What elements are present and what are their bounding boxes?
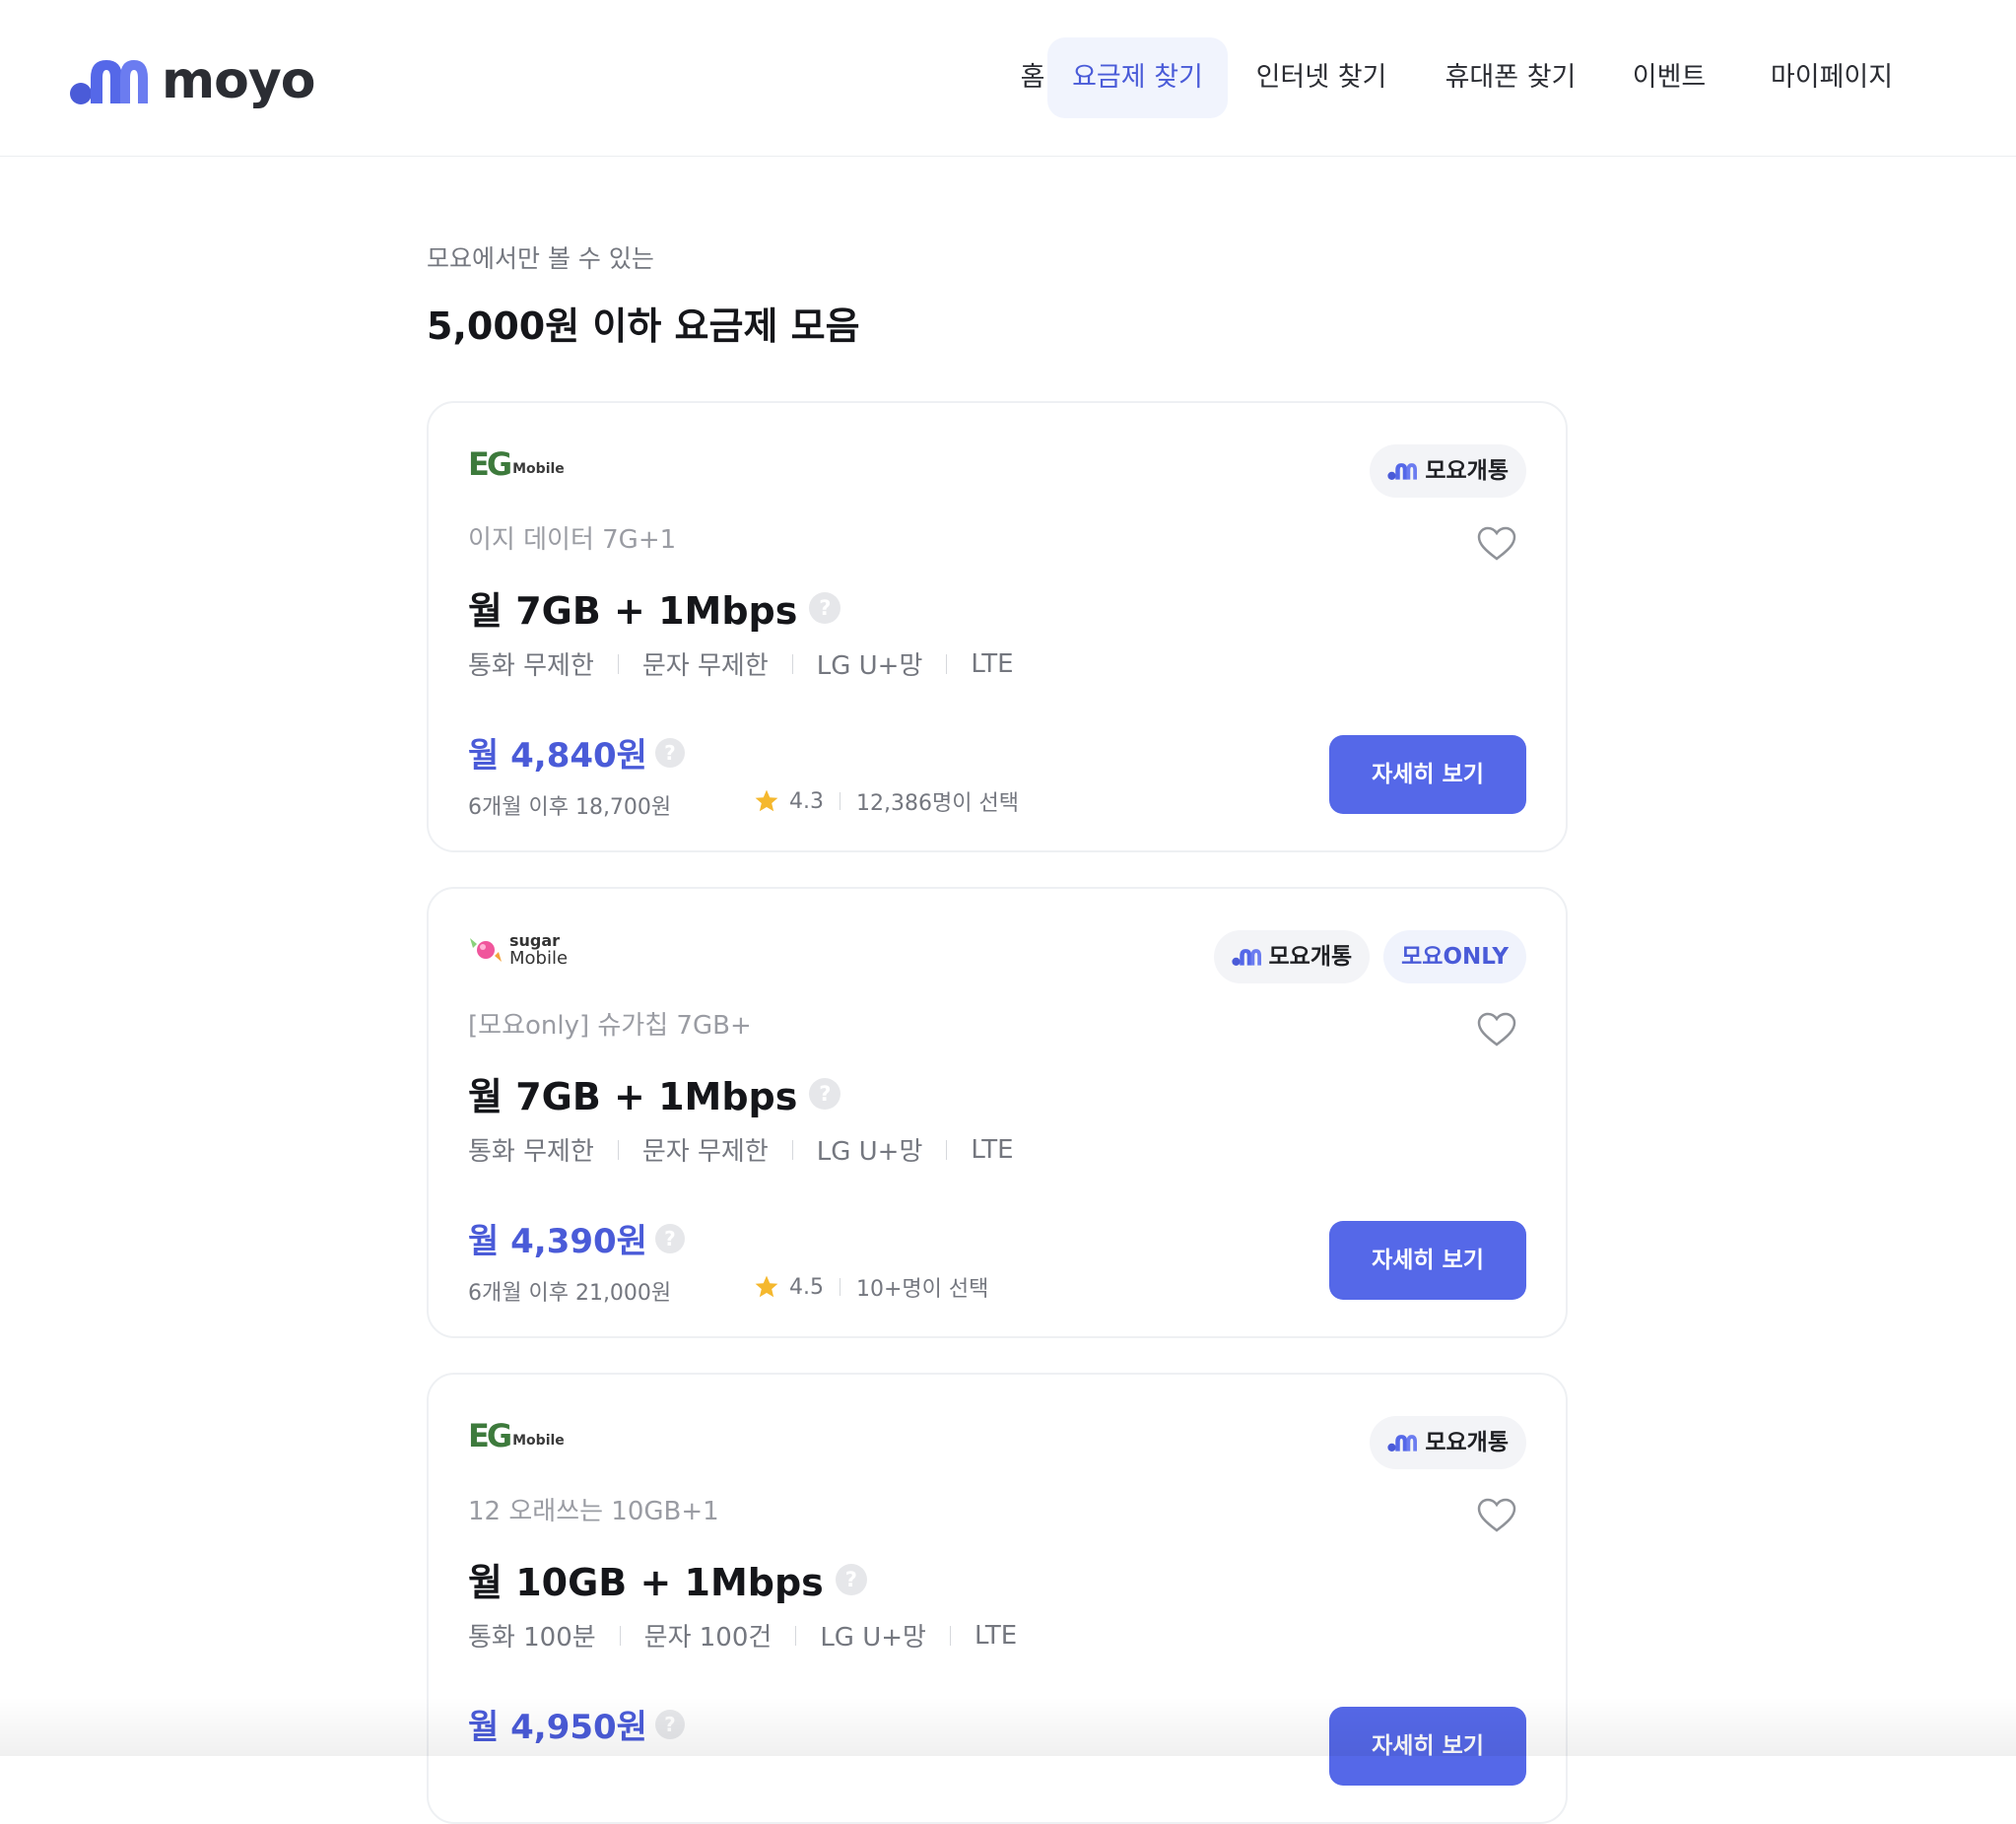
plan-features: 통화 무제한 문자 무제한 LG U+망 LTE xyxy=(468,1131,1014,1168)
feature-network: LG U+망 xyxy=(820,1623,926,1653)
badge-group: 모요개통 xyxy=(1370,444,1526,498)
price-label: 월 4,840원 xyxy=(468,736,647,776)
badge-label: 모요개통 xyxy=(1268,944,1353,970)
moyo-logo-icon xyxy=(1231,949,1261,966)
feature-call: 통화 무제한 xyxy=(468,1137,594,1167)
help-icon[interactable]: ? xyxy=(835,1563,867,1595)
price-label: 월 4,950원 xyxy=(468,1708,647,1747)
help-icon[interactable]: ? xyxy=(654,1709,685,1739)
star-icon xyxy=(755,789,778,812)
divider xyxy=(791,1139,793,1160)
plan-main-label: 월 7GB + 1Mbps xyxy=(468,1075,798,1118)
moyo-logo[interactable]: moyo xyxy=(69,51,316,110)
selected-count: 12,386명이 선택 xyxy=(856,791,1019,816)
plan-main-label: 월 10GB + 1Mbps xyxy=(468,1561,824,1604)
divider xyxy=(617,653,619,674)
after-price: 6개월 이후 21,000원 xyxy=(468,1281,672,1306)
badge-moyo-open: 모요개통 xyxy=(1213,930,1371,983)
plan-main-label: 월 7GB + 1Mbps xyxy=(468,589,798,633)
divider xyxy=(946,653,948,674)
plan-name: 이지 데이터 7G+1 xyxy=(468,525,677,555)
help-icon[interactable]: ? xyxy=(654,1223,685,1253)
feature-call: 통화 100분 xyxy=(468,1623,596,1653)
feature-network: LG U+망 xyxy=(816,651,923,681)
feature-network: LG U+망 xyxy=(816,1137,923,1167)
carrier-mark: EG xyxy=(468,1417,512,1454)
feature-sms: 문자 100건 xyxy=(643,1623,773,1653)
plan-features: 통화 무제한 문자 무제한 LG U+망 LTE xyxy=(468,645,1014,682)
plan-price: 월 4,950원 ? xyxy=(468,1700,685,1748)
carrier-logo-eg: EG Mobile xyxy=(468,1416,565,1455)
badge-group: 모요개통 xyxy=(1370,1416,1526,1469)
rating-value: 4.3 xyxy=(789,788,824,814)
nav-mypage[interactable]: 마이페이지 xyxy=(1748,37,1915,118)
divider xyxy=(795,1625,797,1646)
plan-card[interactable]: EG Mobile 모요개통 이지 데이터 7G+1 월 7GB + 1Mbps… xyxy=(427,401,1568,852)
carrier-wordmark: sugar Mobile xyxy=(509,932,568,968)
plan-data-amount: 월 7GB + 1Mbps ? xyxy=(468,580,841,635)
feature-type: LTE xyxy=(974,1620,1018,1651)
help-icon[interactable]: ? xyxy=(809,591,841,624)
divider xyxy=(619,1625,621,1646)
divider xyxy=(949,1625,951,1646)
carrier-sub: Mobile xyxy=(509,948,569,969)
moyo-logo-icon xyxy=(1387,463,1418,480)
nav-find-phone[interactable]: 휴대폰 찾기 xyxy=(1427,37,1594,118)
nav-event[interactable]: 이벤트 xyxy=(1610,37,1728,118)
view-detail-button[interactable]: 자세히 보기 xyxy=(1329,735,1526,814)
page-title: 5,000원 이하 요금제 모음 xyxy=(427,304,860,348)
plan-card[interactable]: sugar Mobile 모요개통 모요ONLY [모요only] 슈가칩 7G… xyxy=(427,887,1568,1338)
plan-price: 월 4,840원 ? xyxy=(468,728,685,777)
feature-type: LTE xyxy=(971,1134,1014,1165)
star-icon xyxy=(755,1275,778,1298)
badge-label: 모요개통 xyxy=(1425,458,1509,484)
plan-data-amount: 월 7GB + 1Mbps ? xyxy=(468,1066,841,1120)
brand-name: moyo xyxy=(162,51,316,110)
badge-moyo-only: 모요ONLY xyxy=(1383,930,1526,983)
badge-group: 모요개통 모요ONLY xyxy=(1213,930,1526,983)
price-label: 월 4,390원 xyxy=(468,1222,647,1261)
sugar-logo: sugar Mobile xyxy=(468,932,568,968)
plan-rating: 4.3 12,386명이 선택 xyxy=(754,785,1019,817)
divider xyxy=(791,653,793,674)
plan-features: 통화 100분 문자 100건 LG U+망 LTE xyxy=(468,1617,1017,1654)
plan-price: 월 4,390원 ? xyxy=(468,1214,685,1262)
top-header: moyo 홈 요금제 찾기 인터넷 찾기 휴대폰 찾기 이벤트 마이페이지 xyxy=(0,0,2016,157)
badge-label: 모요개통 xyxy=(1425,1430,1509,1455)
heart-icon[interactable] xyxy=(1477,1498,1516,1533)
moyo-logo-icon xyxy=(1387,1435,1418,1452)
after-price: 6개월 이후 18,700원 xyxy=(468,795,672,820)
feature-sms: 문자 무제한 xyxy=(641,651,769,681)
carrier-sub: Mobile xyxy=(512,461,565,477)
feature-type: LTE xyxy=(971,648,1014,679)
badge-moyo-open: 모요개통 xyxy=(1370,444,1526,498)
view-detail-button[interactable]: 자세히 보기 xyxy=(1329,1707,1526,1786)
heart-icon[interactable] xyxy=(1477,1012,1516,1047)
plan-name: 12 오래쓰는 10GB+1 xyxy=(468,1497,719,1526)
moyo-logo-icon xyxy=(70,60,148,104)
divider xyxy=(617,1139,619,1160)
selected-count: 10+명이 선택 xyxy=(856,1277,989,1302)
plan-card[interactable]: EG Mobile 모요개통 12 오래쓰는 10GB+1 월 10GB + 1… xyxy=(427,1373,1568,1824)
view-detail-button[interactable]: 자세히 보기 xyxy=(1329,1221,1526,1300)
plan-rating: 4.5 10+명이 선택 xyxy=(754,1271,988,1303)
carrier-logo-sugar: sugar Mobile xyxy=(468,930,568,970)
page-subtitle: 모요에서만 볼 수 있는 xyxy=(427,244,654,273)
nav-find-internet[interactable]: 인터넷 찾기 xyxy=(1238,37,1405,118)
candy-icon xyxy=(470,938,502,962)
plan-data-amount: 월 10GB + 1Mbps ? xyxy=(468,1552,867,1606)
heart-icon[interactable] xyxy=(1477,526,1516,562)
rating-value: 4.5 xyxy=(789,1274,824,1300)
carrier-mark: EG xyxy=(468,445,512,483)
carrier-logo-eg: EG Mobile xyxy=(468,444,565,484)
plan-name: [모요only] 슈가칩 7GB+ xyxy=(468,1011,752,1041)
divider xyxy=(946,1139,948,1160)
carrier-sub: Mobile xyxy=(512,1433,565,1449)
help-icon[interactable]: ? xyxy=(654,737,685,768)
feature-call: 통화 무제한 xyxy=(468,651,594,681)
help-icon[interactable]: ? xyxy=(809,1077,841,1110)
feature-sms: 문자 무제한 xyxy=(641,1137,769,1167)
nav-find-plan[interactable]: 요금제 찾기 xyxy=(1047,37,1228,118)
badge-moyo-open: 모요개통 xyxy=(1370,1416,1526,1469)
